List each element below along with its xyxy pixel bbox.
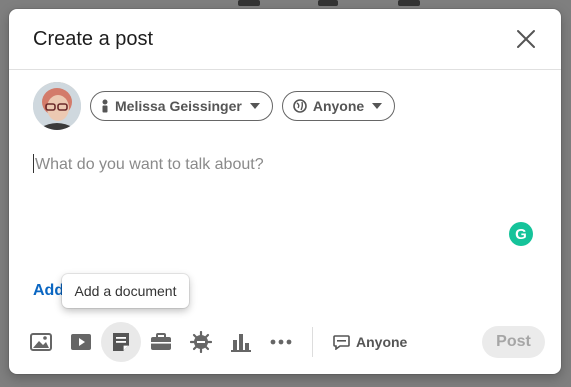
author-name: Melissa Geissinger — [115, 98, 242, 114]
author-selector-button[interactable]: Melissa Geissinger — [90, 91, 273, 121]
photo-icon — [30, 333, 52, 351]
celebrate-button[interactable] — [181, 322, 221, 362]
document-icon — [113, 333, 129, 351]
background-nav-icon — [238, 0, 260, 6]
celebrate-icon — [190, 331, 212, 353]
background-nav-icon — [398, 0, 420, 6]
comment-visibility-button[interactable]: Anyone — [323, 326, 417, 358]
close-icon — [517, 30, 535, 48]
audience-selector-button[interactable]: Anyone — [281, 91, 396, 121]
share-job-button[interactable] — [141, 322, 181, 362]
add-document-button[interactable] — [101, 322, 141, 362]
person-icon — [101, 99, 109, 113]
comment-icon — [333, 334, 350, 350]
post-text-editor[interactable]: What do you want to talk about? — [33, 154, 533, 254]
author-row: Melissa Geissinger Anyone — [33, 82, 396, 130]
comment-visibility-label: Anyone — [356, 334, 408, 350]
add-video-button[interactable] — [61, 322, 101, 362]
audience-label: Anyone — [312, 98, 365, 114]
dialog-header: Create a post — [9, 9, 561, 70]
toolbar-divider — [312, 327, 313, 357]
background-nav-icon — [318, 0, 338, 6]
add-hashtag-link[interactable]: Add — [33, 282, 64, 300]
poll-icon — [231, 334, 251, 352]
video-icon — [71, 334, 91, 350]
post-toolbar: Anyone Post — [21, 322, 551, 362]
close-button[interactable] — [513, 26, 539, 52]
globe-icon — [293, 99, 307, 113]
chevron-down-icon — [372, 103, 383, 109]
tooltip: Add a document — [62, 274, 189, 308]
create-post-dialog: Create a post Melissa Geissinger Anyone … — [9, 9, 561, 374]
add-photo-button[interactable] — [21, 322, 61, 362]
editor-placeholder: What do you want to talk about? — [35, 156, 264, 173]
avatar — [33, 82, 81, 130]
more-options-button[interactable] — [261, 322, 301, 362]
more-icon — [270, 339, 292, 345]
job-icon — [151, 333, 171, 350]
post-button[interactable]: Post — [482, 326, 545, 358]
grammarly-icon[interactable]: G — [509, 222, 533, 246]
text-cursor — [33, 154, 34, 173]
create-poll-button[interactable] — [221, 322, 261, 362]
chevron-down-icon — [249, 103, 260, 109]
dialog-title: Create a post — [33, 27, 154, 50]
